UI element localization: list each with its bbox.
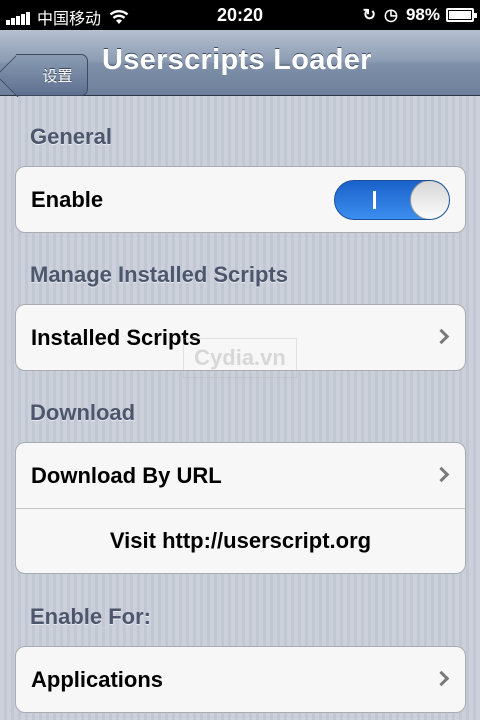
battery-icon — [446, 8, 477, 22]
watermark: Cydia.vn — [183, 338, 297, 378]
download-by-url-row[interactable]: Download By URL — [16, 443, 465, 508]
applications-label: Applications — [31, 666, 164, 692]
visit-userscript-label: Visit http://userscript.org — [109, 528, 372, 553]
status-bar: 中国移动 20:20 ↻ ◷ 98% — [0, 0, 480, 30]
enable-row: Enable — [16, 167, 465, 232]
group-enable-for: Applications — [15, 646, 466, 713]
enable-label: Enable — [31, 186, 104, 212]
group-download: Download By URL Visit http://userscript.… — [15, 442, 466, 574]
toggle-knob — [410, 181, 449, 219]
rotation-lock-icon: ↻ — [362, 7, 376, 24]
group-general: Enable — [15, 166, 466, 233]
section-header-enable-for: Enable For: — [30, 604, 152, 629]
enable-toggle[interactable] — [334, 180, 450, 220]
toggle-on-mark-icon — [373, 191, 376, 209]
back-button[interactable]: 设置 — [16, 54, 88, 96]
back-button-label: 设置 — [42, 67, 73, 85]
battery-percent: 98% — [405, 5, 440, 24]
page-title: Userscripts Loader — [102, 44, 372, 76]
alarm-icon: ◷ — [384, 7, 398, 24]
chevron-right-icon — [433, 328, 450, 345]
status-right: ↻ ◷ 98% — [362, 5, 477, 25]
battery-fill — [449, 11, 471, 19]
visit-userscript-row[interactable]: Visit http://userscript.org — [16, 508, 465, 573]
section-header-download: Download — [30, 400, 136, 425]
section-header-manage: Manage Installed Scripts — [30, 262, 288, 287]
chevron-right-icon — [433, 466, 450, 483]
applications-row[interactable]: Applications — [16, 647, 465, 712]
section-header-general: General — [30, 124, 112, 149]
installed-scripts-label: Installed Scripts — [31, 324, 201, 350]
chevron-right-icon — [433, 670, 450, 687]
navigation-bar: 设置 Userscripts Loader — [0, 30, 480, 96]
download-by-url-label: Download By URL — [31, 462, 222, 488]
